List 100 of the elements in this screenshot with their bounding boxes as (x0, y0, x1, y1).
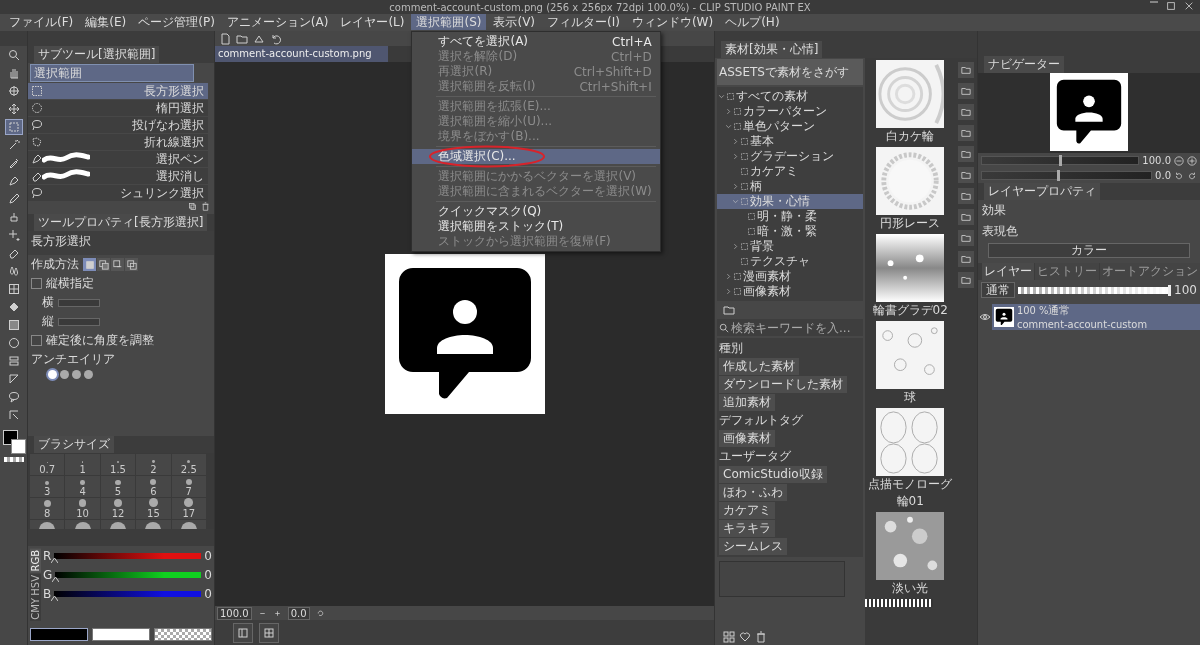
brush-size-option[interactable]: 2.5 (171, 454, 206, 475)
panel-tab[interactable]: 素材[効果・心情] (721, 41, 823, 58)
brush-size-option[interactable]: 5 (100, 476, 136, 497)
slider-thumb[interactable] (52, 577, 60, 582)
tag-chip[interactable]: シームレス (719, 538, 787, 555)
panel-tab[interactable]: レイヤー (982, 263, 1034, 280)
tree-item[interactable]: すべての素材 (717, 89, 863, 104)
brush-size-option[interactable]: 17 (171, 498, 206, 519)
tree-item[interactable]: 画像素材 (717, 284, 863, 299)
tree-item[interactable]: 暗・激・緊 (717, 224, 863, 239)
panel-tab[interactable]: レイヤープロパティ (984, 183, 1100, 200)
brush-size-option[interactable]: 12 (100, 498, 136, 519)
subtool-item[interactable]: シュリンク選択 (28, 185, 208, 201)
toolbar-button[interactable] (259, 622, 279, 643)
color-mode-dropdown[interactable]: カラー (988, 243, 1190, 258)
zoom-field[interactable]: 100.0 (217, 606, 252, 620)
brush-size-option[interactable]: 7 (171, 476, 206, 497)
toolbar-button[interactable] (958, 188, 975, 204)
panel-tab[interactable]: オートアクション (1100, 263, 1200, 280)
mode-button[interactable] (111, 258, 124, 271)
visibility-toggle[interactable] (978, 311, 992, 323)
brush-size-option[interactable]: 8 (30, 498, 65, 519)
checkbox[interactable] (31, 335, 42, 346)
menu-item[interactable]: 選択範囲(S) (411, 14, 487, 30)
tree-item[interactable]: 明・静・柔 (717, 209, 863, 224)
tree-item[interactable]: グラデーション (717, 149, 863, 164)
panel-tab[interactable]: ナビゲーター (984, 56, 1064, 73)
tree-item[interactable]: 背景 (717, 239, 863, 254)
antialias-option[interactable] (48, 370, 57, 379)
menu-item[interactable]: クイックマスク(Q) (412, 204, 660, 219)
mode-tab[interactable]: CMY (30, 597, 41, 621)
brush-size-option[interactable]: 10 (65, 498, 100, 519)
subtool-item[interactable]: 選択消し (28, 168, 208, 184)
mode-button[interactable] (125, 258, 138, 271)
mode-tab[interactable]: HSV (30, 573, 41, 597)
brush-size-option[interactable]: 4 (65, 476, 100, 497)
tree-item[interactable]: 漫画素材 (717, 269, 863, 284)
brush-size-option[interactable]: 15 (136, 498, 171, 519)
toolbar-button[interactable] (958, 104, 975, 120)
opacity-slider[interactable] (1018, 286, 1172, 294)
subtool-item[interactable]: 選択ペン (28, 151, 208, 167)
subtool-item[interactable]: 投げなわ選択 (28, 117, 208, 133)
tree-item[interactable]: カケアミ (717, 164, 863, 179)
transparent-color-swatch[interactable] (3, 457, 24, 462)
zoom-slider[interactable] (981, 156, 1140, 165)
subtool-item[interactable]: 楕円選択 (28, 100, 208, 116)
brush-size-option[interactable]: 1.5 (100, 454, 136, 475)
subtool-item[interactable]: 長方形選択 (28, 83, 208, 99)
panel-tab[interactable]: サブツール[選択範囲] (34, 46, 160, 63)
antialias-option[interactable] (60, 370, 69, 379)
antialias-option[interactable] (84, 370, 93, 379)
menu-item[interactable]: レイヤー(L) (335, 14, 410, 30)
menu-item[interactable]: 選択範囲をストック(T) (412, 219, 660, 234)
tag-chip[interactable]: ほわ・ふわ (719, 484, 787, 501)
checkbox[interactable] (31, 278, 42, 289)
search-field[interactable]: 検索キーワードを入... (717, 319, 863, 336)
sub-color-swatch[interactable] (10, 439, 26, 454)
tag-chip[interactable]: カケアミ (719, 502, 775, 519)
menu-item[interactable]: ファイル(F) (4, 14, 79, 30)
toolbar-button[interactable] (958, 167, 975, 183)
menu-item[interactable]: すべてを選択(A) Ctrl+A (412, 34, 660, 49)
slider-thumb[interactable] (51, 596, 59, 601)
toolbar-button[interactable] (958, 62, 975, 78)
tree-item[interactable]: テクスチャ (717, 254, 863, 269)
brush-size-option[interactable]: 1 (65, 454, 100, 475)
mode-tab[interactable]: RGB (30, 549, 41, 573)
sub-color-swatch[interactable] (92, 628, 150, 641)
menu-item[interactable]: ウィンドウ(W) (626, 14, 719, 30)
brush-size-option[interactable]: 3 (30, 476, 65, 497)
toolbar-button[interactable] (958, 146, 975, 162)
tree-item[interactable]: 柄 (717, 179, 863, 194)
menu-item[interactable]: ヘルプ(H) (720, 14, 785, 30)
toolbar-button[interactable] (958, 230, 975, 246)
subtool-group[interactable]: 選択範囲 (30, 64, 194, 82)
angle-field[interactable]: 0.0 (287, 606, 310, 620)
slider-thumb[interactable] (1057, 170, 1061, 181)
slider-thumb[interactable] (51, 558, 59, 563)
main-color-swatch[interactable] (30, 628, 88, 641)
tag-chip[interactable]: ダウンロードした素材 (719, 376, 847, 393)
input-field[interactable] (58, 317, 100, 326)
slider-thumb[interactable] (1059, 155, 1063, 166)
menu-item[interactable]: ページ管理(P) (133, 14, 220, 30)
mode-button[interactable] (97, 258, 110, 271)
tag-chip[interactable]: 追加素材 (719, 394, 775, 411)
toolbar-button[interactable] (958, 83, 975, 99)
toolbar-button[interactable] (958, 272, 975, 288)
tag-chip[interactable]: ComicStudio収録 (719, 466, 827, 483)
panel-tab[interactable]: ヒストリー (1035, 263, 1099, 280)
brush-size-option[interactable]: 2 (136, 454, 171, 475)
transparent-color-swatch[interactable] (154, 628, 212, 641)
menu-item[interactable]: フィルター(I) (542, 14, 625, 30)
tool-button[interactable] (4, 119, 23, 135)
blend-mode-dropdown[interactable]: 通常 (981, 282, 1015, 298)
panel-tab[interactable]: ツールプロパティ[長方形選択] (34, 214, 208, 231)
layer-item[interactable]: 100 %通常 comment-account-custom (992, 304, 1200, 330)
brush-size-option[interactable]: 6 (136, 476, 171, 497)
slider-thumb[interactable] (1168, 284, 1172, 296)
menu-item[interactable]: 編集(E) (80, 14, 132, 30)
tree-item[interactable]: 基本 (717, 134, 863, 149)
document-tab[interactable]: comment-account-custom.png (215, 46, 388, 62)
